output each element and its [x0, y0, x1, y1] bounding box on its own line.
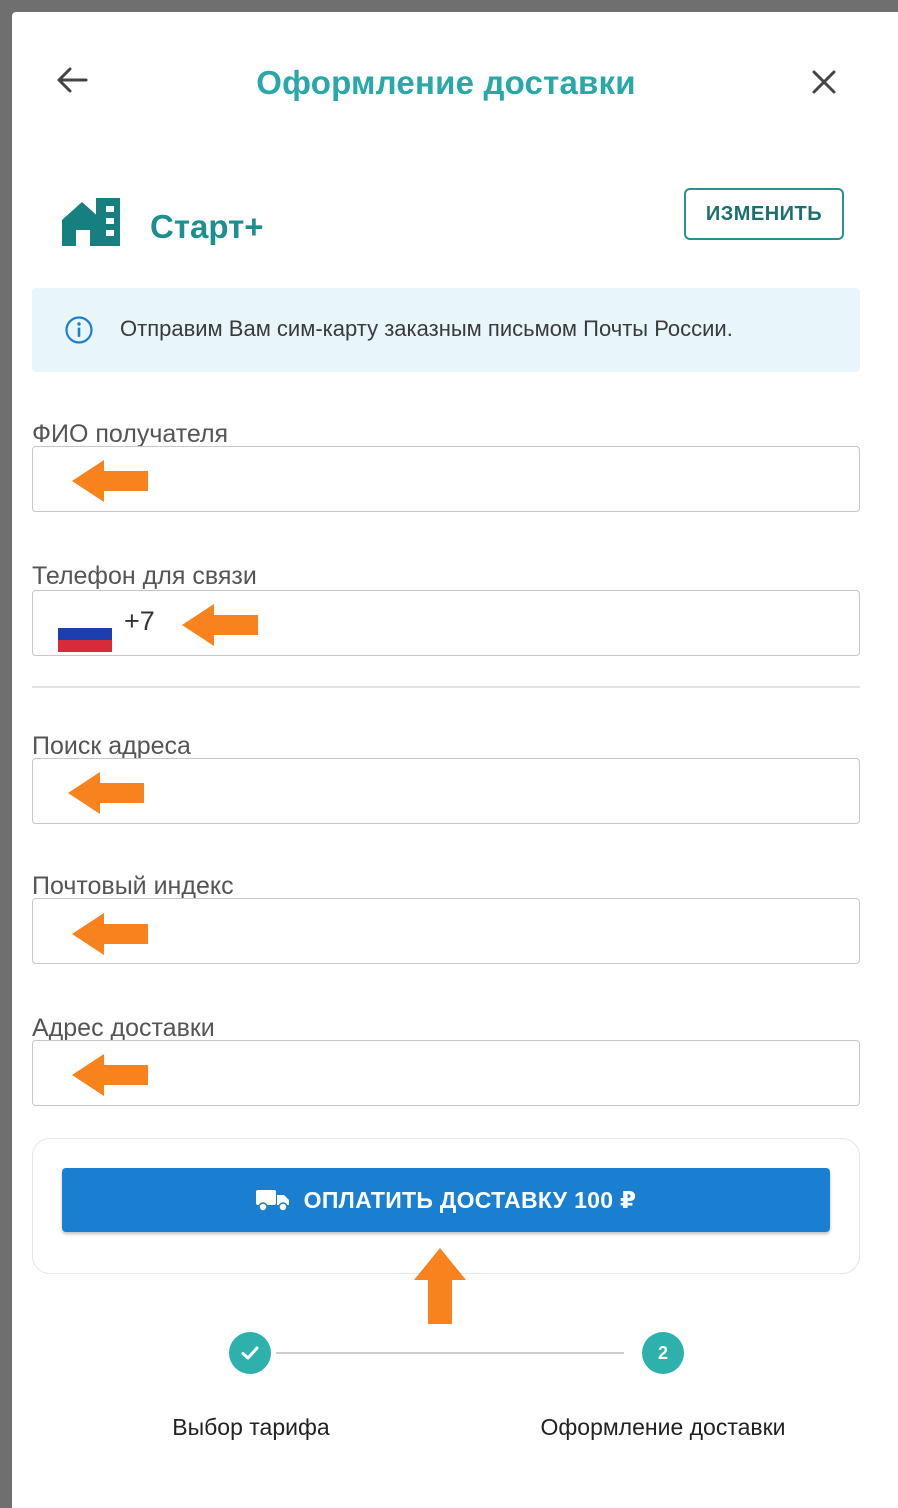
annotation-arrow-left-icon — [72, 1054, 148, 1096]
info-icon — [65, 316, 93, 344]
pay-delivery-label: ОПЛАТИТЬ ДОСТАВКУ 100 ₽ — [303, 1186, 637, 1213]
truck-icon — [255, 1190, 289, 1212]
change-tariff-button[interactable]: ИЗМЕНИТЬ — [684, 188, 844, 240]
annotation-arrow-up-icon — [414, 1248, 466, 1324]
full-name-field[interactable] — [32, 446, 860, 512]
step-2-circle: 2 — [642, 1332, 684, 1374]
step-2-label: Оформление доставки — [540, 1414, 786, 1440]
annotation-arrow-left-icon — [72, 913, 148, 955]
house-icon — [62, 198, 120, 246]
pay-delivery-button[interactable]: ОПЛАТИТЬ ДОСТАВКУ 100 ₽ — [62, 1168, 830, 1232]
annotation-arrow-left-icon — [72, 460, 148, 502]
phone-label: Телефон для связи — [32, 562, 257, 590]
info-text: Отправим Вам сим-карту заказным письмом … — [120, 316, 733, 341]
russia-flag-icon[interactable] — [58, 616, 112, 652]
postal-code-label: Почтовый индекс — [32, 872, 234, 900]
annotation-arrow-left-icon — [182, 604, 258, 646]
phone-field[interactable] — [32, 590, 860, 656]
phone-prefix: +7 — [124, 606, 155, 636]
step-1-circle — [229, 1332, 271, 1374]
arrow-left-icon[interactable] — [50, 58, 94, 102]
close-icon[interactable] — [804, 62, 844, 102]
delivery-address-label: Адрес доставки — [32, 1014, 215, 1042]
address-search-label: Поиск адреса — [32, 732, 191, 760]
annotation-arrow-left-icon — [68, 772, 144, 814]
divider — [32, 686, 860, 688]
delivery-address-field[interactable] — [32, 1040, 860, 1106]
stepper-connector — [276, 1352, 624, 1354]
address-search-field[interactable] — [32, 758, 860, 824]
postal-code-field[interactable] — [32, 898, 860, 964]
page-title: Оформление доставки — [256, 64, 636, 101]
full-name-label: ФИО получателя — [32, 420, 229, 448]
tariff-name: Старт+ — [150, 208, 264, 245]
step-1-label: Выбор тарифа — [172, 1414, 330, 1440]
check-icon — [241, 1346, 259, 1360]
